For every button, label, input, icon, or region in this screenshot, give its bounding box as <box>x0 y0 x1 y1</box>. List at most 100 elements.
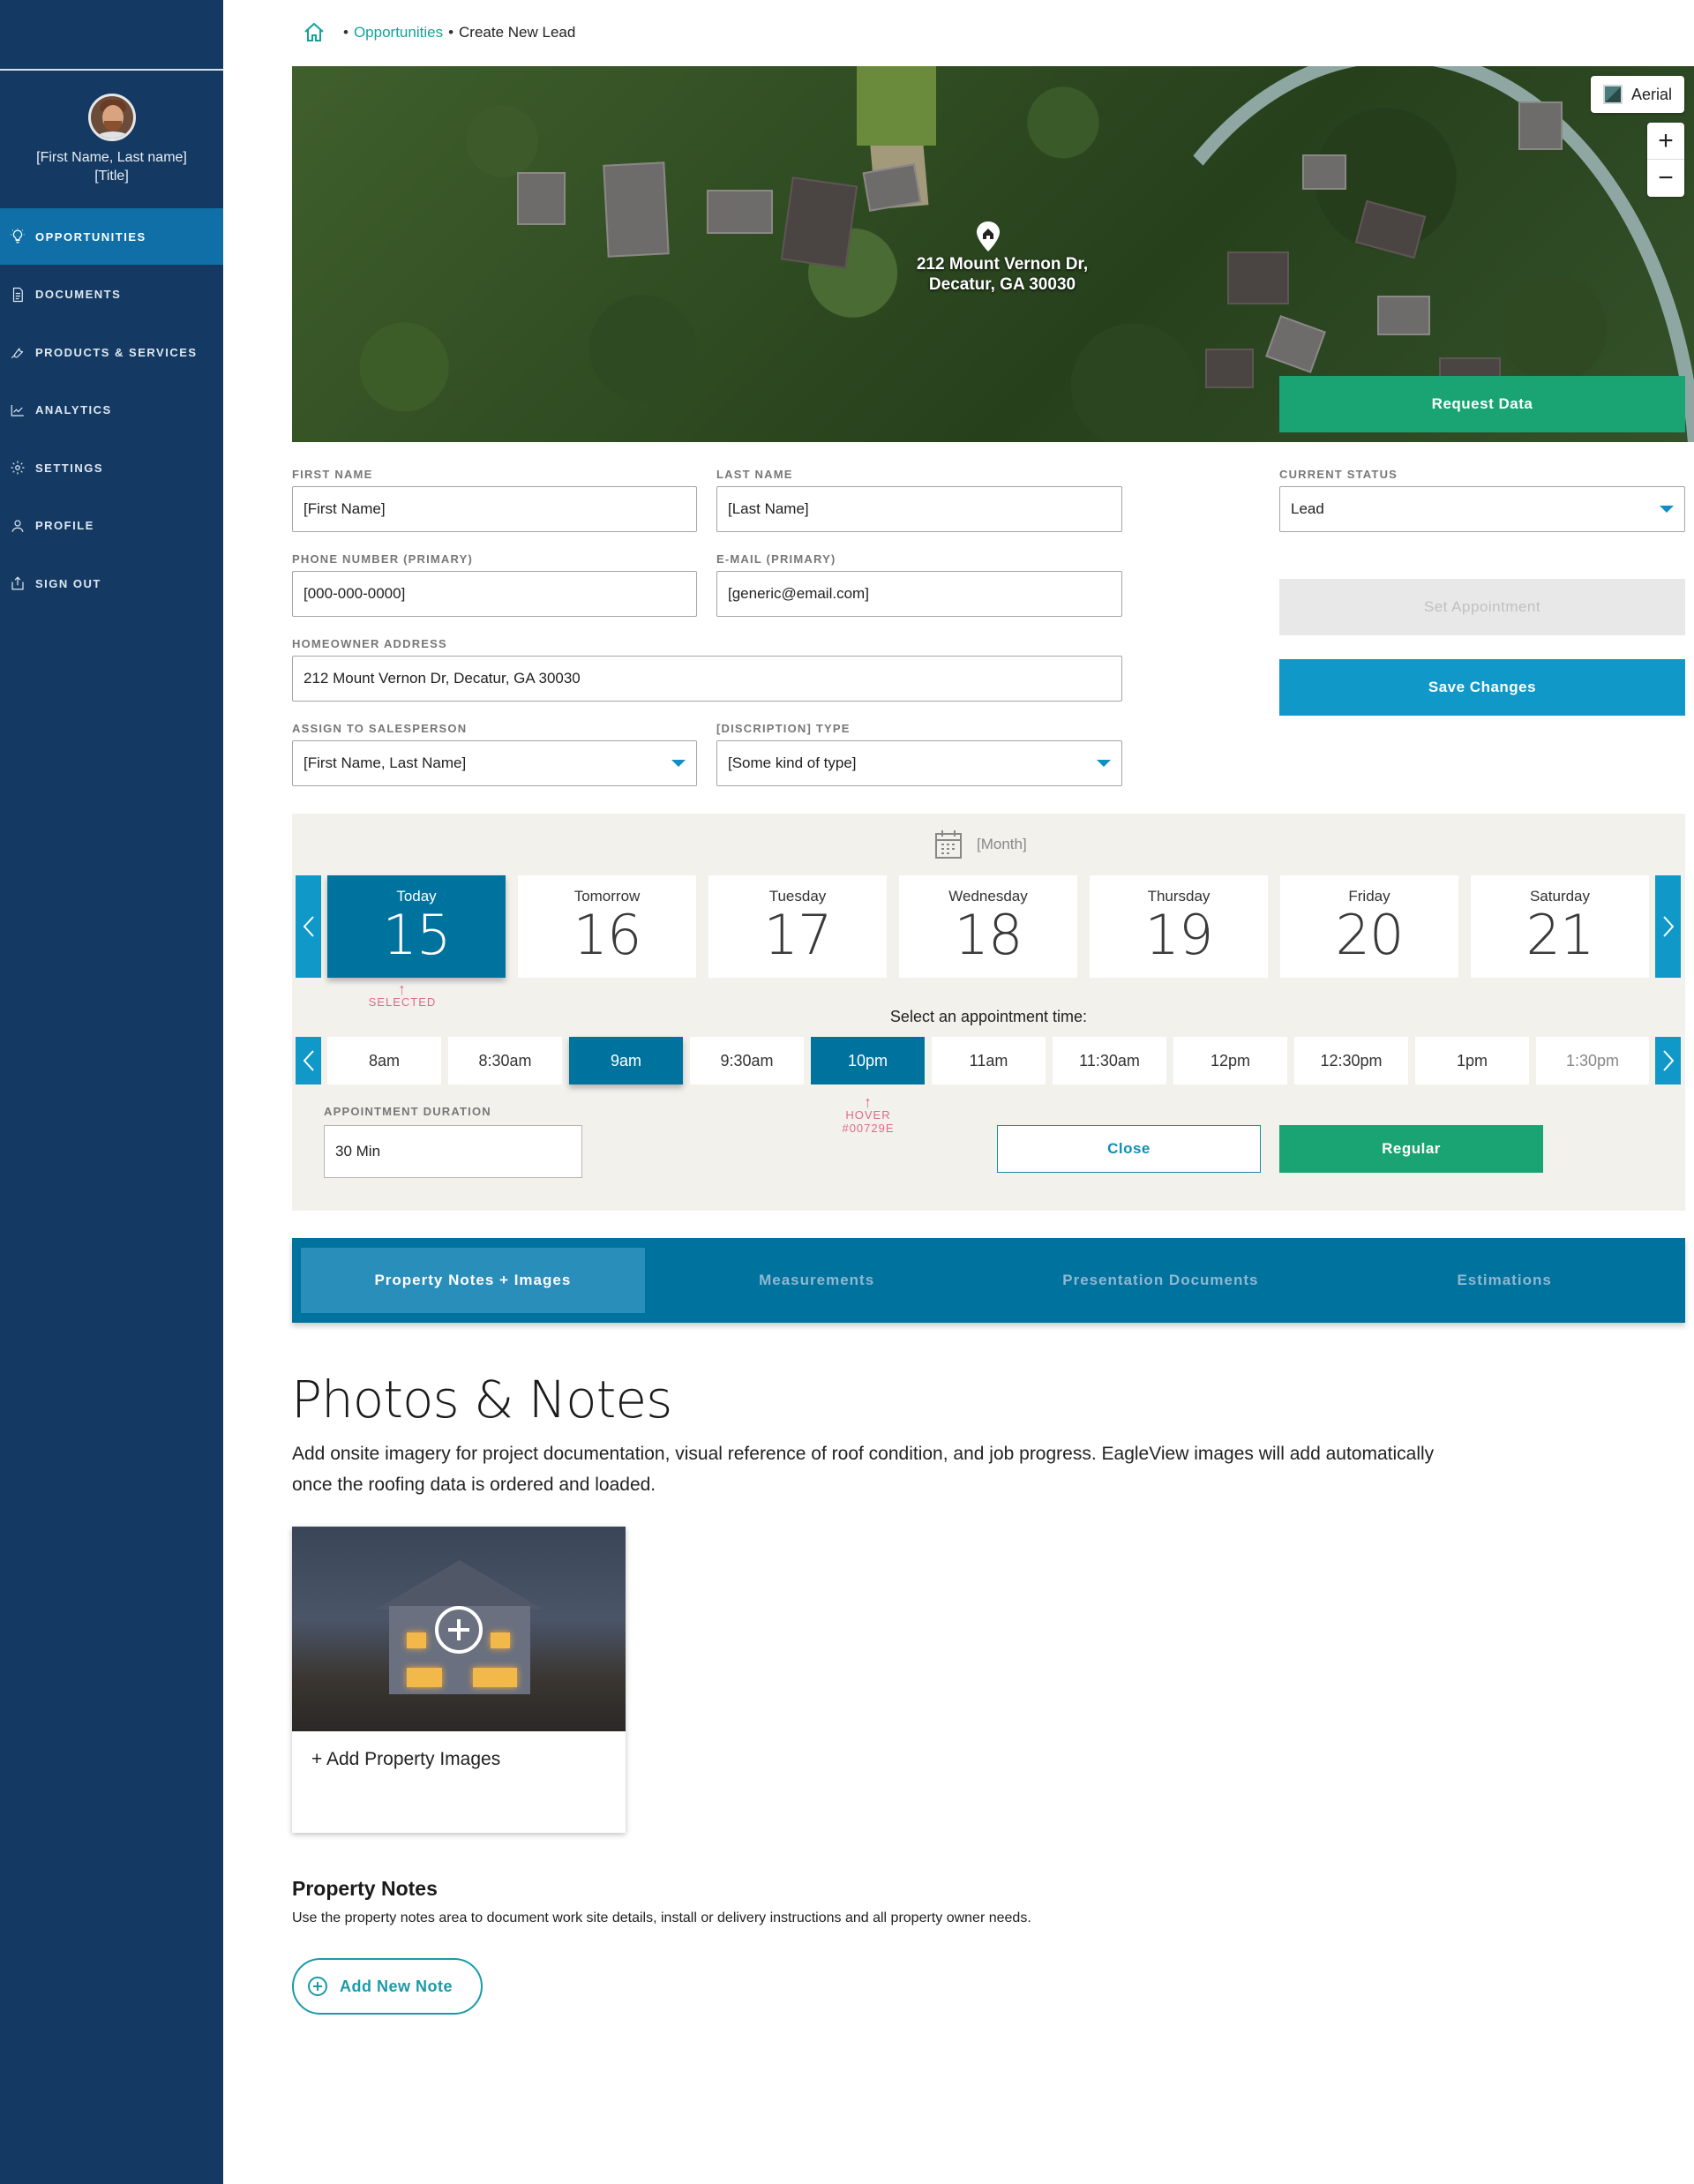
first-name-input[interactable]: [First Name] <box>292 486 697 532</box>
time-slot[interactable]: 11am <box>932 1037 1046 1084</box>
duration-input[interactable]: 30 Min <box>324 1125 582 1178</box>
map-roof <box>780 176 858 269</box>
tab-measurements[interactable]: Measurements <box>645 1248 989 1313</box>
breadcrumb-separator: • <box>343 24 349 41</box>
time-slot[interactable]: 10pm <box>811 1037 925 1084</box>
sidebar-item-analytics[interactable]: ANALYTICS <box>0 382 223 439</box>
sidebar-item-products-services[interactable]: PRODUCTS & SERVICES <box>0 324 223 380</box>
first-name-field: FIRST NAME [First Name] <box>292 468 697 532</box>
save-changes-button[interactable]: Save Changes <box>1279 659 1685 716</box>
photos-heading: Photos & Notes <box>291 1370 672 1430</box>
time-slot[interactable]: 9am <box>569 1037 683 1084</box>
salesperson-value: [First Name, Last Name] <box>304 754 467 771</box>
time-slot[interactable]: 8:30am <box>448 1037 562 1084</box>
time-slot[interactable]: 1pm <box>1415 1037 1529 1084</box>
map-address-line1: 212 Mount Vernon Dr, <box>916 255 1089 274</box>
gear-icon <box>9 459 26 477</box>
select-time-label: Select an appointment time: <box>889 1008 1088 1025</box>
hover-note: HOVER <box>845 1108 891 1122</box>
time-slot[interactable]: 12pm <box>1173 1037 1287 1084</box>
aerial-toggle-button[interactable]: Aerial <box>1591 76 1684 113</box>
salesperson-select[interactable]: [First Name, Last Name] <box>292 740 697 786</box>
address-input[interactable]: 212 Mount Vernon Dr, Decatur, GA 30030 <box>292 656 1122 702</box>
notes-description: Use the property notes area to document … <box>292 1910 1031 1925</box>
status-select[interactable]: Lead <box>1279 486 1685 532</box>
time-slot[interactable]: 11:30am <box>1053 1037 1166 1084</box>
zoom-out-button[interactable]: − <box>1647 160 1684 197</box>
chart-icon <box>9 402 26 419</box>
calendar-icon <box>935 830 962 859</box>
sidebar-divider <box>0 69 223 71</box>
sidebar-nav: OPPORTUNITIES DOCUMENTS PRODUCTS & SERVI… <box>0 208 223 613</box>
day-card[interactable]: Wednesday 18 <box>899 875 1077 978</box>
regular-button[interactable]: Regular <box>1279 1125 1543 1173</box>
day-number: 17 <box>763 903 833 967</box>
type-select[interactable]: [Some kind of type] <box>716 740 1122 786</box>
sidebar-item-sign-out[interactable]: SIGN OUT <box>0 555 223 612</box>
email-input[interactable]: [generic@email.com] <box>716 571 1122 617</box>
next-days-button[interactable] <box>1655 875 1681 978</box>
close-button[interactable]: Close <box>997 1125 1261 1173</box>
last-name-label: LAST NAME <box>716 468 793 481</box>
day-number: 16 <box>573 903 642 967</box>
day-card[interactable]: Thursday 19 <box>1090 875 1268 978</box>
phone-input[interactable]: [000-000-0000] <box>292 571 697 617</box>
map-roof <box>1302 154 1346 190</box>
sidebar-item-settings[interactable]: SETTINGS <box>0 439 223 496</box>
salesperson-field: ASSIGN TO SALESPERSON [First Name, Last … <box>292 722 697 786</box>
sidebar-item-documents[interactable]: DOCUMENTS <box>0 266 223 323</box>
day-card[interactable]: Today 15 <box>327 875 506 978</box>
map-pin-icon[interactable] <box>975 221 1001 252</box>
selected-annotation: ↑ SELECTED <box>354 981 451 1009</box>
set-appointment-button[interactable]: Set Appointment <box>1279 579 1685 635</box>
sidebar-item-profile[interactable]: PROFILE <box>0 498 223 554</box>
plus-circle-icon <box>308 1977 327 1996</box>
tab-estimations[interactable]: Estimations <box>1332 1248 1676 1313</box>
time-slot[interactable]: 12:30pm <box>1294 1037 1408 1084</box>
sidebar-item-label: PROFILE <box>35 519 94 532</box>
day-number: 21 <box>1525 903 1595 967</box>
map-roof <box>1205 349 1254 388</box>
last-name-input[interactable]: [Last Name] <box>716 486 1122 532</box>
day-card[interactable]: Tomorrow 16 <box>518 875 696 978</box>
day-card[interactable]: Friday 20 <box>1280 875 1458 978</box>
chevron-down-icon <box>1660 506 1674 513</box>
map-roof <box>517 172 566 225</box>
time-slot[interactable]: 1:30pm <box>1536 1037 1649 1084</box>
type-label: [DISCRIPTION] TYPE <box>716 722 851 735</box>
next-times-button[interactable] <box>1655 1037 1681 1084</box>
day-number: 18 <box>954 903 1023 967</box>
prev-days-button[interactable] <box>296 875 321 978</box>
prev-times-button[interactable] <box>296 1037 321 1084</box>
add-note-button[interactable]: Add New Note <box>292 1958 483 2015</box>
add-images-card[interactable]: + Add Property Images <box>292 1527 626 1833</box>
calendar-month: [Month] <box>977 836 1027 852</box>
avatar[interactable] <box>88 94 136 141</box>
wrench-icon <box>9 343 26 361</box>
request-data-button[interactable]: Request Data <box>1279 376 1685 432</box>
day-number: 20 <box>1335 903 1405 967</box>
zoom-in-button[interactable]: + <box>1647 123 1684 160</box>
duration-label: APPOINTMENT DURATION <box>324 1105 491 1118</box>
sidebar-item-label: DOCUMENTS <box>35 288 122 301</box>
person-icon <box>9 517 26 535</box>
time-slot[interactable]: 8am <box>327 1037 441 1084</box>
status-field: CURRENT STATUS Lead <box>1279 468 1685 532</box>
email-field: E-MAIL (PRIMARY) [generic@email.com] <box>716 552 1122 617</box>
home-icon[interactable] <box>303 21 326 44</box>
email-label: E-MAIL (PRIMARY) <box>716 552 836 566</box>
tab-presentation-documents[interactable]: Presentation Documents <box>989 1248 1333 1313</box>
sidebar-item-opportunities[interactable]: OPPORTUNITIES <box>0 208 223 265</box>
chevron-left-icon <box>303 916 314 937</box>
sidebar-item-label: PRODUCTS & SERVICES <box>35 345 198 359</box>
tab-property-notes-images[interactable]: Property Notes + Images <box>301 1248 645 1313</box>
map-layer-icon <box>1602 85 1623 104</box>
time-slot[interactable]: 9:30am <box>690 1037 804 1084</box>
day-card[interactable]: Tuesday 17 <box>708 875 887 978</box>
hover-annotation: ↑ HOVER #00729E <box>820 1094 917 1135</box>
breadcrumb-opportunities[interactable]: Opportunities <box>354 24 443 41</box>
day-card[interactable]: Saturday 21 <box>1471 875 1649 978</box>
map-roof <box>1518 101 1563 150</box>
map-roof <box>603 161 670 258</box>
add-circle-icon[interactable] <box>435 1606 483 1654</box>
